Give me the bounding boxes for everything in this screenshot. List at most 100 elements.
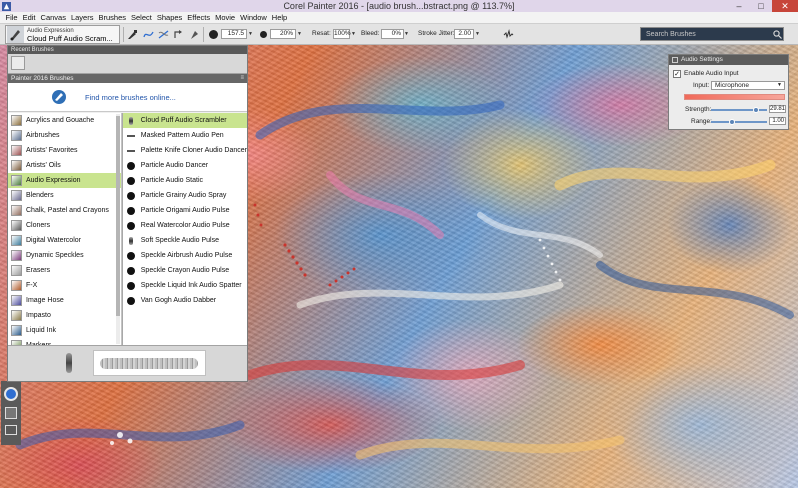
menu-window[interactable]: Window bbox=[238, 13, 270, 22]
brush-category-item[interactable]: Artists' Favorites bbox=[8, 143, 121, 158]
brush-variant-item[interactable]: Particle Audio Static bbox=[123, 173, 247, 188]
brush-variant-item[interactable]: Particle Origami Audio Pulse bbox=[123, 203, 247, 218]
close-button[interactable]: ✕ bbox=[772, 0, 798, 12]
brush-category-icon bbox=[11, 235, 22, 246]
menu-layers[interactable]: Layers bbox=[68, 13, 96, 22]
brush-category-label: Image Hose bbox=[26, 297, 64, 304]
bleed-dropdown-icon[interactable]: ▼ bbox=[403, 29, 410, 39]
reset-tool-icon[interactable] bbox=[173, 28, 184, 40]
brush-category-item[interactable]: Chalk, Pastel and Crayons bbox=[8, 203, 121, 218]
brush-variant-item[interactable]: Particle Grainy Audio Spray bbox=[123, 188, 247, 203]
brush-variant-item[interactable]: Palette Knife Cloner Audio Dancer bbox=[123, 143, 247, 158]
strength-slider[interactable] bbox=[711, 107, 767, 113]
input-select[interactable]: Microphone ▼ bbox=[711, 81, 785, 90]
brush-category-item[interactable]: Digital Watercolor bbox=[8, 233, 121, 248]
brush-variant-item[interactable]: Real Watercolor Audio Pulse bbox=[123, 218, 247, 233]
menu-file[interactable]: File bbox=[3, 13, 20, 22]
brush-category-item[interactable]: Dynamic Speckles bbox=[8, 248, 121, 263]
audio-expression-icon[interactable] bbox=[503, 28, 514, 40]
find-more-brushes-link[interactable]: Find more brushes online... bbox=[85, 93, 176, 102]
brush-category-item[interactable]: Impasto bbox=[8, 308, 121, 323]
hard-dab-icon bbox=[126, 266, 135, 275]
menu-effects[interactable]: Effects bbox=[185, 13, 213, 22]
brush-selector[interactable]: Audio Expression Cloud Puff Audio Scram.… bbox=[5, 25, 120, 44]
opacity-field[interactable]: 20% bbox=[270, 29, 296, 39]
brush-icon bbox=[7, 26, 24, 43]
screen-mode-icon[interactable] bbox=[5, 425, 17, 435]
menu-brushes[interactable]: Brushes bbox=[96, 13, 129, 22]
search-icon[interactable] bbox=[771, 28, 783, 40]
brush-category-item[interactable]: Image Hose bbox=[8, 293, 121, 308]
enable-audio-label: Enable Audio Input bbox=[684, 70, 739, 77]
brush-category-item[interactable]: Erasers bbox=[8, 263, 121, 278]
brush-variant-item[interactable]: Particle Audio Dancer bbox=[123, 158, 247, 173]
freehand-stroke-icon[interactable] bbox=[143, 28, 154, 40]
category-scrollbar-thumb[interactable] bbox=[115, 116, 120, 316]
brush-variant-label: Particle Audio Dancer bbox=[140, 162, 209, 169]
panel-collapse-icon[interactable] bbox=[672, 57, 678, 63]
brush-variant-item[interactable]: Cloud Puff Audio Scrambler bbox=[122, 113, 247, 128]
brush-category-item[interactable]: Blenders bbox=[8, 188, 121, 203]
brush-tool-icon[interactable] bbox=[127, 28, 138, 40]
opacity-dropdown-icon[interactable]: ▼ bbox=[296, 29, 303, 39]
range-slider-thumb[interactable] bbox=[729, 119, 736, 125]
toolbar-separator bbox=[203, 27, 204, 42]
straight-line-stroke-icon[interactable] bbox=[158, 28, 169, 40]
brush-category-label: Liquid Ink bbox=[26, 327, 56, 334]
panel-options-icon[interactable]: ≡ bbox=[240, 74, 244, 83]
brush-variant-label: Speckle Airbrush Audio Pulse bbox=[140, 252, 233, 259]
recent-brush-thumbnail[interactable] bbox=[11, 56, 25, 70]
brush-dab-icon[interactable] bbox=[189, 28, 200, 40]
brush-category-item[interactable]: Acrylics and Gouache bbox=[8, 113, 121, 128]
brush-variant-item[interactable]: Speckle Liquid Ink Audio Spatter bbox=[123, 278, 247, 293]
menu-canvas[interactable]: Canvas bbox=[38, 13, 68, 22]
brush-variant-label: Real Watercolor Audio Pulse bbox=[140, 222, 230, 229]
resat-field[interactable]: 100% bbox=[333, 29, 351, 39]
menu-movie[interactable]: Movie bbox=[213, 13, 238, 22]
stroke-jitter-dropdown-icon[interactable]: ▼ bbox=[474, 29, 481, 39]
brush-variant-item[interactable]: Soft Speckle Audio Pulse bbox=[123, 233, 247, 248]
brush-variant-item[interactable]: Speckle Airbrush Audio Pulse bbox=[123, 248, 247, 263]
strength-label: Strength: bbox=[685, 106, 712, 113]
menu-edit[interactable]: Edit bbox=[20, 13, 38, 22]
resat-dropdown-icon[interactable]: ▼ bbox=[350, 29, 357, 39]
input-row: Input: Microphone ▼ bbox=[669, 80, 790, 91]
brush-category-item[interactable]: Liquid Ink bbox=[8, 323, 121, 338]
brush-library-header: Painter 2016 Brushes ≡ bbox=[8, 74, 247, 83]
minimize-button[interactable]: – bbox=[728, 0, 750, 12]
brush-category-item[interactable]: Cloners bbox=[8, 218, 121, 233]
brush-category-icon bbox=[11, 190, 22, 201]
search-brushes-field[interactable]: Search Brushes bbox=[640, 27, 784, 41]
brush-variant-item[interactable]: Van Gogh Audio Dabber bbox=[123, 293, 247, 308]
brush-category-label: Artists' Oils bbox=[26, 162, 61, 169]
range-row: Range: 1.00 bbox=[669, 116, 790, 127]
menu-shapes[interactable]: Shapes bbox=[154, 13, 184, 22]
hard-dab-icon bbox=[126, 206, 135, 215]
brush-category-item[interactable]: F-X bbox=[8, 278, 121, 293]
brush-variant-item[interactable]: Masked Pattern Audio Pen bbox=[123, 128, 247, 143]
strength-slider-thumb[interactable] bbox=[752, 107, 759, 113]
category-scrollbar[interactable] bbox=[115, 114, 120, 344]
brush-category-label: Chalk, Pastel and Crayons bbox=[26, 207, 109, 214]
range-slider[interactable] bbox=[711, 119, 767, 125]
brush-variant-label: Particle Grainy Audio Spray bbox=[140, 192, 227, 199]
brush-category-item[interactable]: Airbrushes bbox=[8, 128, 121, 143]
size-field[interactable]: 157.5 bbox=[221, 29, 247, 39]
brush-variant-item[interactable]: Speckle Crayon Audio Pulse bbox=[123, 263, 247, 278]
menu-help[interactable]: Help bbox=[269, 13, 289, 22]
maximize-button[interactable]: □ bbox=[750, 0, 772, 12]
size-dropdown-icon[interactable]: ▼ bbox=[247, 29, 254, 39]
menu-select[interactable]: Select bbox=[129, 13, 155, 22]
brush-library-panel: Recent Brushes Painter 2016 Brushes ≡ Fi… bbox=[7, 45, 248, 382]
brush-category-item[interactable]: Audio Expression bbox=[8, 173, 121, 188]
hard-dab-icon bbox=[126, 161, 135, 170]
stroke-jitter-field[interactable]: 2.00 bbox=[454, 29, 474, 39]
range-value-field[interactable]: 1.00 bbox=[769, 117, 786, 125]
strength-value-field[interactable]: 29.81 bbox=[769, 105, 786, 113]
bleed-field[interactable]: 0% bbox=[381, 29, 404, 39]
paper-texture-icon[interactable] bbox=[5, 407, 17, 419]
brush-category-item[interactable]: Artists' Oils bbox=[8, 158, 121, 173]
enable-audio-checkbox[interactable]: ✓ bbox=[673, 69, 681, 78]
main-color-swatch[interactable] bbox=[4, 387, 18, 401]
brush-lists: Acrylics and Gouache Airbrushes Artists' F… bbox=[8, 113, 247, 351]
